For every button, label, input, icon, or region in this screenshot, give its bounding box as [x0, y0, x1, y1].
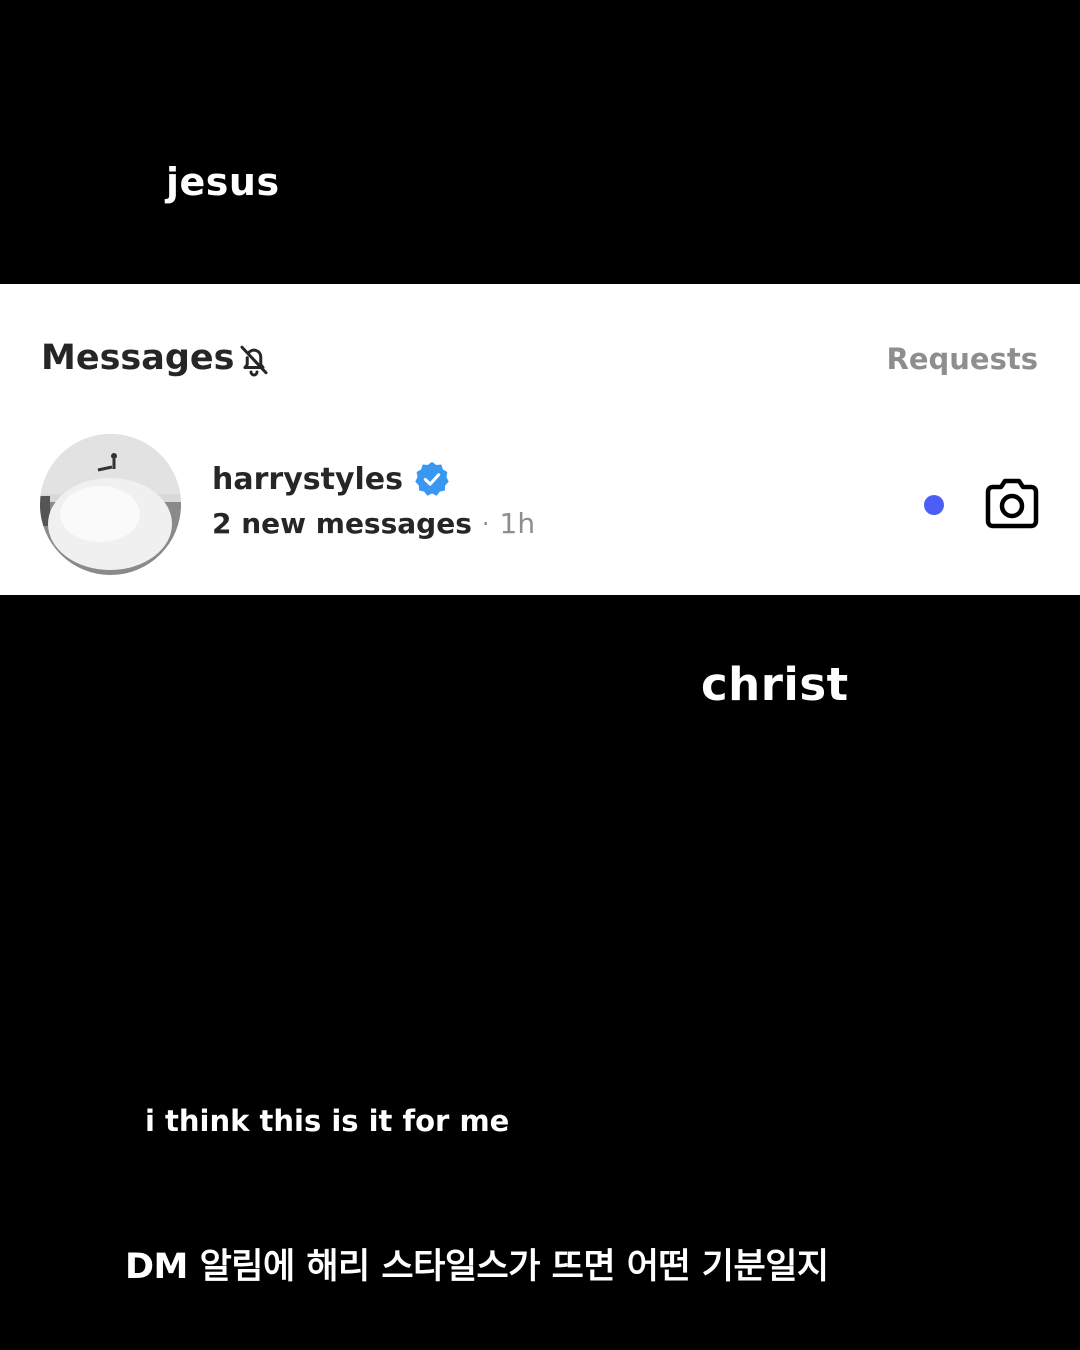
caption-middle: christ — [701, 658, 849, 711]
separator: · — [481, 509, 490, 538]
messages-title: Messages — [41, 338, 235, 378]
caption-top: jesus — [166, 160, 280, 204]
message-preview: 2 new messages — [212, 507, 472, 540]
username-line: harrystyles — [212, 460, 451, 498]
avatar[interactable] — [40, 434, 181, 575]
avatar-image — [40, 434, 181, 575]
preview-line: 2 new messages · 1h — [212, 507, 535, 540]
timestamp: 1h — [499, 507, 536, 540]
username: harrystyles — [212, 461, 403, 497]
requests-link[interactable]: Requests — [887, 342, 1038, 376]
bell-off-icon[interactable] — [236, 342, 272, 378]
caption-bottom: i think this is it for me — [145, 1104, 510, 1138]
unread-dot-icon — [924, 495, 944, 515]
camera-icon[interactable] — [983, 477, 1041, 531]
page: jesus Messages Requests harrystyles 2 ne… — [0, 0, 1080, 1350]
caption-korean: DM 알림에 해리 스타일스가 뜨면 어떤 기분일지 — [125, 1247, 829, 1287]
verified-badge-icon — [415, 461, 449, 496]
